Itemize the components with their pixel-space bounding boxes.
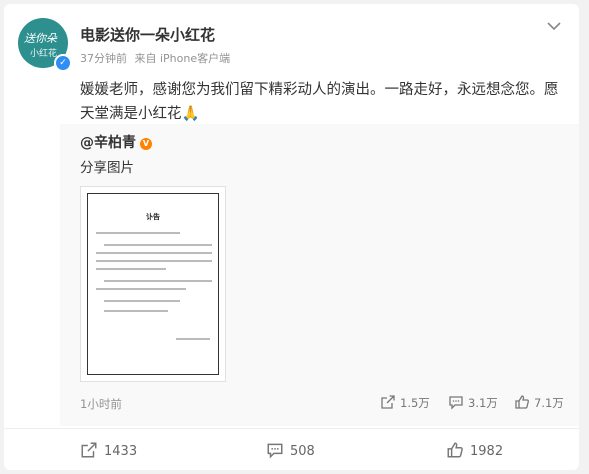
comment-icon (449, 396, 463, 410)
post-source: 来自 iPhone客户端 (134, 52, 231, 65)
original-like-button[interactable]: 7.1万 (514, 394, 564, 410)
thumbs-up-icon (515, 395, 529, 409)
original-comment-count: 3.1万 (468, 396, 498, 410)
original-username[interactable]: @辛柏青 (80, 135, 136, 151)
document-line (104, 280, 212, 282)
weibo-post-card: 送你朵 小红花 ✓ 电影送你一朵小红花 37分钟前 来自 iPhone客户端 媛… (4, 4, 579, 470)
original-time[interactable]: 1小时前 (80, 396, 122, 412)
post-meta: 37分钟前 来自 iPhone客户端 (80, 50, 230, 66)
share-icon (81, 442, 97, 458)
like-button[interactable]: 1982 (446, 441, 503, 459)
repost-button[interactable]: 1433 (80, 441, 137, 459)
avatar-subtext: 小红花 (30, 49, 58, 59)
post-content: 媛媛老师，感谢您为我们留下精彩动人的演出。一路走好，永远想念您。愿天堂满是小红花… (80, 82, 559, 122)
avatar-text: 送你朵 (24, 32, 57, 45)
verified-orange-icon: V (140, 138, 152, 150)
obituary-document: 讣告 (87, 193, 219, 375)
comment-button[interactable]: 508 (266, 441, 315, 459)
shared-image-thumbnail[interactable]: 讣告 (80, 186, 226, 382)
original-repost-count: 1.5万 (400, 396, 430, 410)
reposted-content[interactable]: @辛柏青 V 分享图片 讣告 1小时前 1.5万 3.1万 7.1万 (60, 124, 579, 426)
repost-count: 1433 (104, 444, 138, 459)
original-like-count: 7.1万 (534, 396, 564, 410)
post-time[interactable]: 37分钟前 (80, 52, 127, 65)
document-line (96, 232, 180, 234)
original-comment-button[interactable]: 3.1万 (448, 394, 498, 410)
post-username[interactable]: 电影送你一朵小红花 (80, 24, 215, 45)
thumbs-up-icon (447, 442, 463, 458)
document-line (96, 260, 212, 262)
original-repost-button[interactable]: 1.5万 (380, 394, 430, 410)
share-icon (381, 395, 395, 409)
post-actions-bar: 1433 508 1982 (4, 428, 579, 470)
original-author[interactable]: @辛柏青 V (80, 132, 152, 152)
comment-count: 508 (290, 444, 315, 459)
document-signature (176, 338, 210, 340)
document-line (96, 268, 166, 270)
document-line (104, 310, 168, 312)
document-line (104, 300, 180, 302)
comment-icon (267, 443, 283, 459)
original-text: 分享图片 (80, 160, 134, 176)
document-line (96, 252, 212, 254)
document-line (104, 244, 212, 246)
document-line (96, 288, 186, 290)
chevron-down-icon[interactable] (544, 18, 564, 34)
like-count: 1982 (470, 444, 504, 459)
document-title: 讣告 (146, 213, 160, 221)
verified-blue-icon: ✓ (54, 54, 72, 72)
